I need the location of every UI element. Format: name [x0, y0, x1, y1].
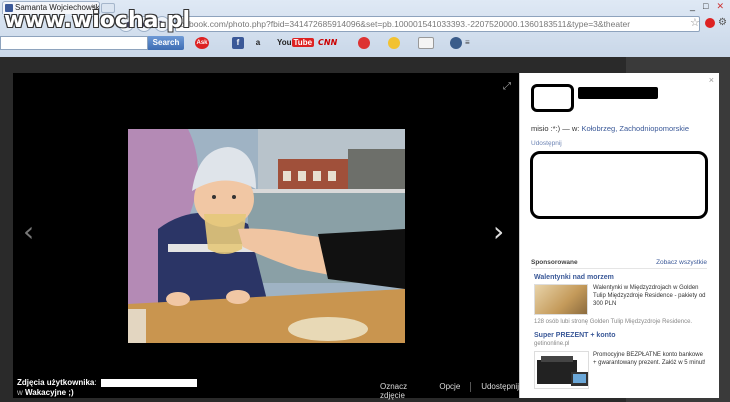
bookmark-star-icon[interactable]: ☆ [690, 16, 700, 29]
ad2-domain: getinonline.pl [534, 341, 570, 347]
redacted-comment-area [530, 151, 708, 219]
printer-image [537, 356, 588, 386]
ask-icon[interactable]: Ask [195, 37, 209, 49]
radio-icon[interactable] [450, 37, 462, 49]
toolbar-search-input[interactable] [0, 36, 148, 50]
next-photo-arrow[interactable]: › [493, 218, 504, 246]
photo-actions: Oznacz zdjęcie Opcje Udostępnij [380, 382, 519, 400]
photo-description: misio :*:) — w: Kołobrzeg, Zachodniopomo… [531, 124, 689, 133]
description-text: misio :*:) — w: [531, 124, 580, 133]
close-window-button[interactable]: ✕ [716, 1, 724, 12]
youtube-box: Tube [291, 38, 315, 47]
cnn-icon[interactable]: CNN [318, 37, 344, 49]
options-link[interactable]: Opcje [439, 382, 460, 400]
caption-owner-label: Zdjęcia użytkownika [17, 378, 95, 387]
panel-share-link[interactable]: Udostępnij [531, 140, 562, 147]
photo-caption: Zdjęcia użytkownika: w Wakacyjne ;) [17, 378, 197, 398]
photo [128, 129, 405, 343]
window-controls: _ □ ✕ [690, 1, 724, 12]
photo-image [128, 129, 405, 343]
youtube-icon[interactable]: You Tube [277, 37, 315, 49]
ad2-text: Promocyjne BEZPŁATNE konto bankowe + gwa… [593, 352, 706, 366]
ask-extension-icon[interactable] [705, 18, 715, 28]
minimize-button[interactable]: _ [690, 1, 695, 12]
browser-chrome: Samanta Wojciechowska × _ □ ✕ ◀ ▶ ↻ cebo… [0, 0, 730, 57]
more-icon[interactable]: ≡ [465, 37, 475, 49]
actions-divider [470, 382, 472, 392]
ad2-title[interactable]: Super PREZENT + konto [534, 332, 615, 339]
tag-photo-link[interactable]: Oznacz zdjęcie [380, 382, 429, 400]
wrench-icon[interactable]: ⚙ [718, 17, 727, 28]
address-bar[interactable]: cebook.com/photo.php?fbid=34147268591409… [175, 16, 700, 32]
maximize-button[interactable]: □ [703, 1, 708, 12]
ad1-text: Walentynki w Międzyzdrojach w Golden Tul… [593, 285, 706, 307]
share-link[interactable]: Udostępnij [481, 382, 519, 400]
ad2-image[interactable] [534, 351, 589, 389]
redacted-username [100, 378, 197, 387]
photo-info-panel: × misio :*:) — w: Kołobrzeg, Zachodniopo… [519, 73, 719, 398]
photo-theater: ⤢ ‹ › Zdjęcia użytkownika: w Wakacyjne ;… [13, 73, 519, 400]
redacted-avatar [531, 84, 574, 112]
facebook-icon[interactable]: f [232, 37, 244, 49]
youtube-label: You [277, 38, 292, 47]
ad1-title[interactable]: Walentynki nad morzem [534, 274, 614, 281]
weather-icon[interactable] [388, 37, 400, 49]
sponsored-header: Sponsorowane Zobacz wszystkie [531, 259, 707, 269]
previous-photo-arrow[interactable]: ‹ [23, 218, 34, 246]
watermark-logo: www.wiocha.pl [4, 8, 191, 33]
see-all-link[interactable]: Zobacz wszystkie [656, 259, 707, 266]
ad1-likes: 128 osób lubi stronę Golden Tulip Między… [534, 319, 693, 325]
close-icon[interactable]: × [709, 75, 714, 85]
redacted-name [578, 87, 658, 99]
ad1-image[interactable] [534, 284, 588, 315]
fullscreen-icon[interactable]: ⤢ [503, 81, 511, 92]
toolbar-search-button[interactable]: Search [148, 36, 184, 50]
ask-toolbar: Search Ask f a You Tube CNN ≡ [0, 34, 730, 52]
mail-icon[interactable] [418, 37, 434, 49]
album-link[interactable]: Wakacyjne ;) [25, 388, 74, 397]
sponsored-title: Sponsorowane [531, 259, 578, 266]
location-link[interactable]: Kołobrzeg, Zachodniopomorskie [581, 124, 689, 133]
caption-album-prefix: w [17, 388, 23, 397]
news-icon[interactable] [358, 37, 370, 49]
amazon-icon[interactable]: a [253, 37, 263, 49]
